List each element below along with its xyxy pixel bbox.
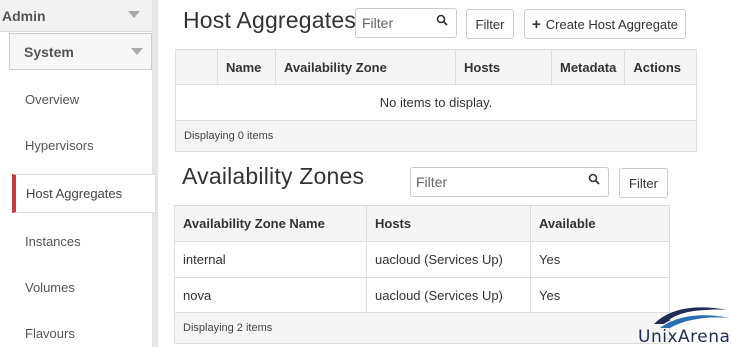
table-row: nova uacloud (Services Up) Yes xyxy=(174,277,670,313)
table-footer: Displaying 0 items xyxy=(175,120,697,152)
table-footer: Displaying 2 items xyxy=(174,312,670,344)
availability-zones-filter-input[interactable] xyxy=(411,168,608,196)
column-availability-zone[interactable]: Availability Zone xyxy=(275,49,456,85)
host-aggregates-filter-button[interactable]: Filter xyxy=(466,9,514,39)
host-aggregates-filter-box xyxy=(355,8,457,38)
logo-swoosh-icon xyxy=(654,307,730,328)
table-header-row: Name Availability Zone Hosts Metadata Ac… xyxy=(175,49,697,85)
column-hosts[interactable]: Hosts xyxy=(366,205,531,242)
sidebar-item-hypervisors[interactable]: Hypervisors xyxy=(12,127,152,163)
column-metadata[interactable]: Metadata xyxy=(550,49,626,85)
zone-name-cell: nova xyxy=(174,277,367,313)
availability-zones-filter-button[interactable]: Filter xyxy=(619,168,668,198)
sidebar-item-host-aggregates[interactable]: Host Aggregates xyxy=(12,174,156,213)
search-icon[interactable] xyxy=(588,173,600,185)
table-footer-row: Displaying 2 items xyxy=(174,312,670,344)
empty-row: No items to display. xyxy=(175,84,697,121)
chevron-down-icon xyxy=(131,48,143,55)
sidebar-item-volumes[interactable]: Volumes xyxy=(12,269,152,305)
availability-zones-table: Availability Zone Name Hosts Available i… xyxy=(174,205,670,344)
availability-zones-filter-box xyxy=(410,167,609,197)
unixarena-logo: UnixArena xyxy=(636,300,732,347)
select-all-column[interactable] xyxy=(175,49,218,85)
zone-name-cell: internal xyxy=(174,241,367,278)
sidebar: Admin System Overview Hypervisors Host A… xyxy=(0,0,160,347)
table-row: internal uacloud (Services Up) Yes xyxy=(174,241,670,278)
column-actions: Actions xyxy=(624,49,697,85)
panel-group-label: System xyxy=(24,43,74,60)
column-available[interactable]: Available xyxy=(530,205,670,242)
availability-zones-title: Availability Zones xyxy=(182,163,365,189)
column-hosts[interactable]: Hosts xyxy=(455,49,552,85)
zone-available-cell: Yes xyxy=(530,241,670,278)
column-availability-zone-name[interactable]: Availability Zone Name xyxy=(174,205,367,242)
host-aggregates-title: Host Aggregates xyxy=(183,7,357,33)
chevron-down-icon xyxy=(128,11,140,18)
table-header-row: Availability Zone Name Hosts Available xyxy=(174,205,670,242)
sidebar-item-flavours[interactable]: Flavours xyxy=(12,315,152,347)
watermark-text: UnixArena xyxy=(638,327,731,347)
create-host-aggregate-label: Create Host Aggregate xyxy=(545,16,678,32)
dashboard-label: Admin xyxy=(2,7,46,24)
empty-message: No items to display. xyxy=(175,84,697,121)
sidebar-item-overview[interactable]: Overview xyxy=(12,81,152,117)
panel-group-system[interactable]: System xyxy=(9,33,152,70)
sidebar-item-instances[interactable]: Instances xyxy=(12,223,152,259)
dashboard-selector[interactable]: Admin xyxy=(0,0,152,32)
zone-hosts-cell: uacloud (Services Up) xyxy=(366,241,531,278)
zone-hosts-cell: uacloud (Services Up) xyxy=(366,277,531,313)
search-icon[interactable] xyxy=(436,14,448,26)
plus-icon: + xyxy=(531,15,541,33)
column-name[interactable]: Name xyxy=(217,49,276,85)
table-footer-row: Displaying 0 items xyxy=(175,120,697,152)
create-host-aggregate-button[interactable]: + Create Host Aggregate xyxy=(524,9,686,39)
host-aggregates-table: Name Availability Zone Hosts Metadata Ac… xyxy=(175,49,697,152)
